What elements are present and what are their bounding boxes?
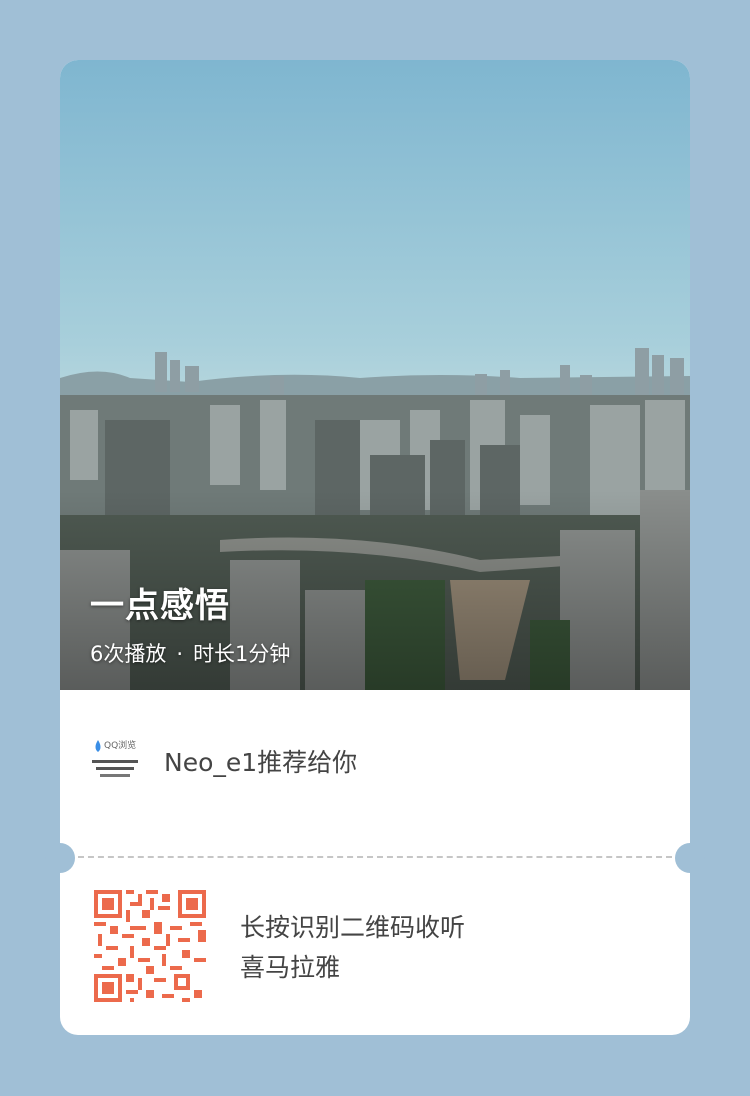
recommender-row: QQ浏览 Neo_e1推荐给你 xyxy=(90,736,357,786)
album-title: 一点感悟 xyxy=(90,586,230,626)
avatar: QQ浏览 xyxy=(90,736,140,786)
ticket-notch-right xyxy=(675,843,705,873)
album-meta: 6次播放 · 时长1分钟 xyxy=(90,638,290,668)
recommend-text: Neo_e1推荐给你 xyxy=(164,748,358,777)
meta-separator: · xyxy=(176,642,184,666)
cover-image[interactable]: 一点感悟 6次播放 · 时长1分钟 xyxy=(60,60,690,690)
play-count: 6次播放 xyxy=(90,642,167,666)
avatar-caption: QQ浏览 xyxy=(104,741,137,751)
app-name: 喜马拉雅 xyxy=(240,953,341,982)
ticket-notch-left xyxy=(45,843,75,873)
qr-instruction-line: 长按识别二维码收听 xyxy=(240,913,466,942)
share-card: 一点感悟 6次播放 · 时长1分钟 QQ浏览 Neo_e1推荐给你 长按识别二维… xyxy=(45,60,705,1035)
dashed-divider xyxy=(78,856,672,858)
duration: 时长1分钟 xyxy=(193,642,291,666)
qr-code[interactable] xyxy=(94,890,206,1002)
qr-instructions: 长按识别二维码收听 喜马拉雅 xyxy=(240,908,465,988)
qr-code-icon xyxy=(94,890,206,1002)
